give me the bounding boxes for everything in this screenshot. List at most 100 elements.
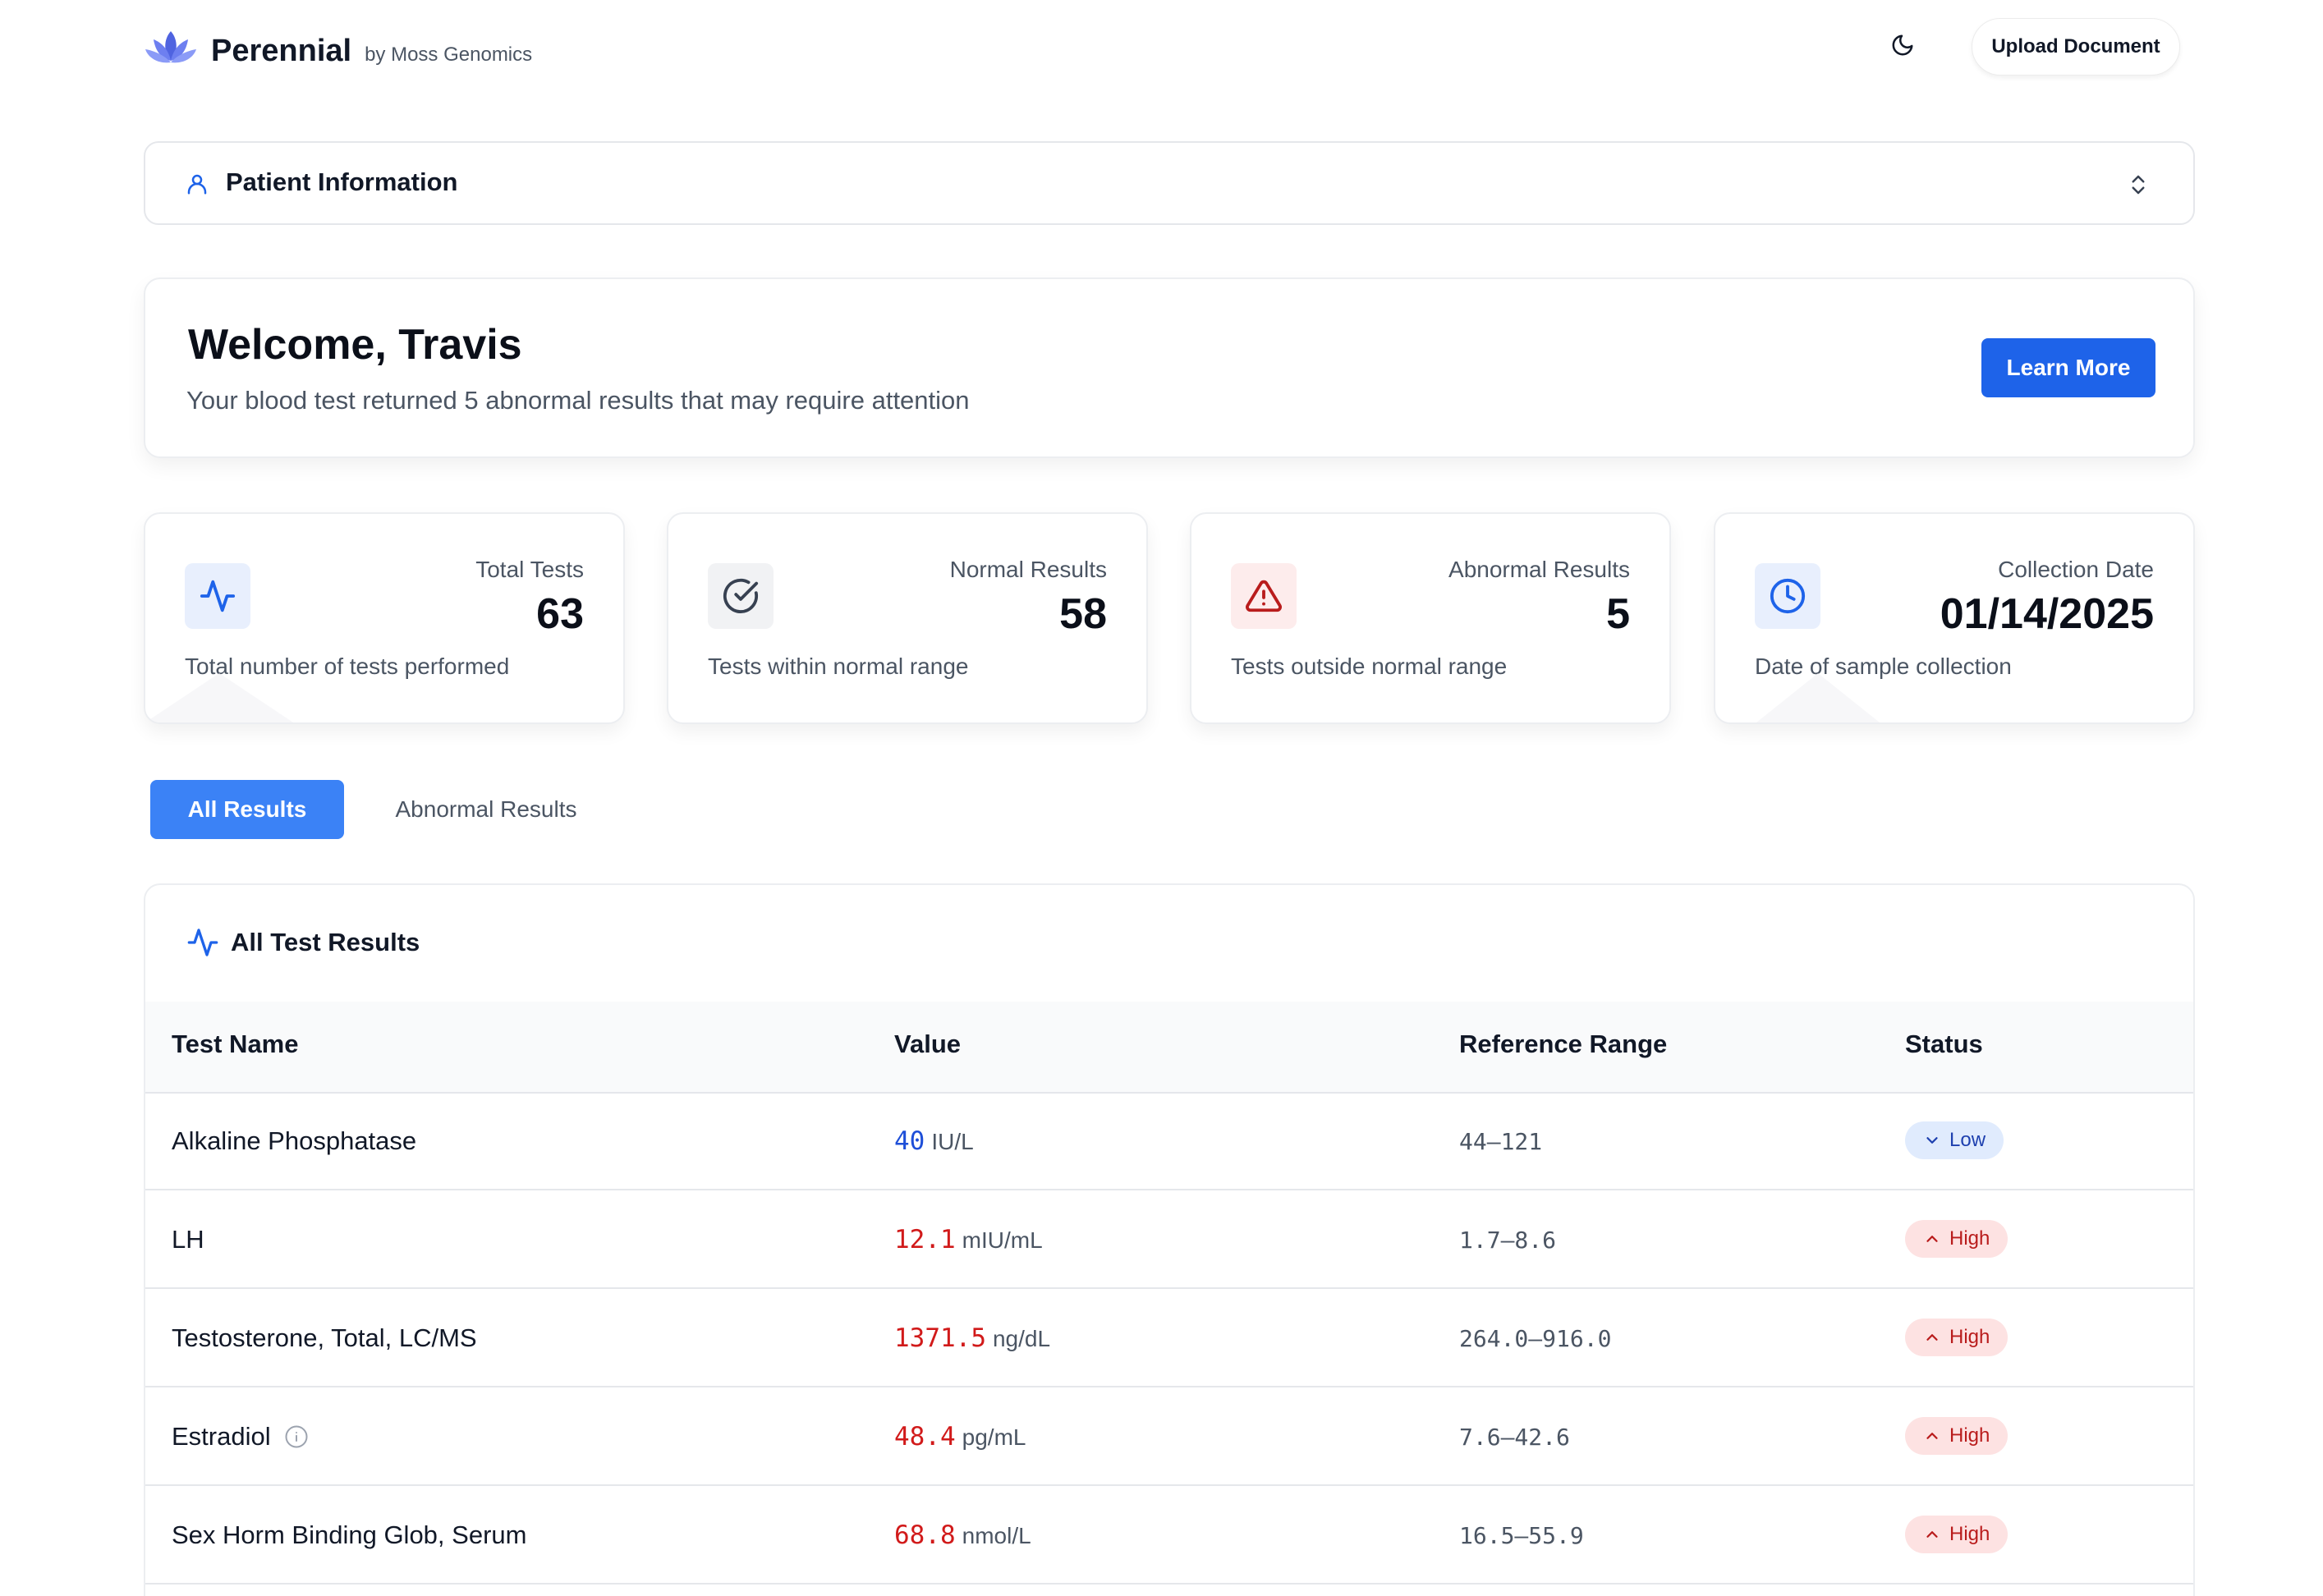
patient-information-panel[interactable]: Patient Information: [144, 141, 2195, 225]
stat-value: 63: [536, 590, 584, 638]
stat-icon-box: [1755, 563, 1820, 629]
chevron-up-icon: [1926, 1433, 1938, 1439]
learn-more-button[interactable]: Learn More: [1981, 338, 2155, 397]
reference-range: 16.5–55.9: [1459, 1522, 1584, 1549]
stat-label: Normal Results: [949, 557, 1107, 582]
stat-card-total-tests: Total Tests 63 Total number of tests per…: [144, 512, 625, 724]
results-title: All Test Results: [231, 928, 420, 956]
welcome-subtitle: Your blood test returned 5 abnormal resu…: [186, 386, 970, 415]
chevron-up-icon: [1926, 1531, 1938, 1538]
patient-information-title: Patient Information: [226, 167, 458, 196]
column-header-status[interactable]: Status: [1905, 1030, 1983, 1059]
chevrons-up-down-icon[interactable]: [2126, 171, 2151, 199]
test-name-cell: Alkaline Phosphatase: [172, 1126, 416, 1156]
stat-card-collection-date: Collection Date 01/14/2025 Date of sampl…: [1714, 512, 2195, 724]
result-unit: nmol/L: [962, 1523, 1031, 1548]
status-label: High: [1949, 1424, 1990, 1447]
alert-triangle-icon: [1246, 580, 1282, 612]
stat-label: Abnormal Results: [1448, 557, 1630, 582]
tab-abnormal-results[interactable]: Abnormal Results: [371, 780, 601, 839]
table-header: Test Name Value Reference Range Status: [145, 1002, 2193, 1094]
test-name-cell: Sex Horm Binding Glob, Serum: [172, 1520, 526, 1550]
stat-card-normal-results: Normal Results 58 Tests within normal ra…: [667, 512, 1148, 724]
lotus-logo-icon: [145, 31, 196, 63]
stat-value: 58: [1059, 590, 1107, 638]
result-unit: ng/dL: [992, 1326, 1051, 1351]
clock-icon: [1770, 578, 1806, 614]
result-unit: pg/mL: [962, 1424, 1026, 1450]
all-test-results-card: All Test Results Test Name Value Referen…: [144, 883, 2195, 1596]
status-label: Low: [1949, 1129, 1986, 1151]
result-value: 1371.5: [894, 1323, 986, 1353]
user-icon: [187, 174, 207, 195]
chevron-up-icon: [1926, 1334, 1938, 1341]
status-badge: High: [1905, 1220, 2009, 1258]
top-header: Perennial by Moss Genomics Upload Docume…: [144, 16, 2188, 76]
reference-range: 1.7–8.6: [1459, 1227, 1557, 1254]
moon-icon: [1892, 34, 1913, 56]
chevron-up-icon: [1926, 1236, 1938, 1242]
stat-value: 01/14/2025: [1940, 590, 2154, 638]
result-value: 68.8: [894, 1520, 956, 1550]
table-row[interactable]: Sex Horm Binding Glob, Serum 68.8 nmol/L…: [145, 1488, 2193, 1585]
table-row[interactable]: LH 12.1 mIU/mL 1.7–8.6 High: [145, 1192, 2193, 1289]
tab-all-results[interactable]: All Results: [150, 780, 344, 839]
theme-toggle-button[interactable]: [1882, 25, 1923, 66]
activity-icon: [200, 580, 236, 612]
table-row[interactable]: Estradiol 48.4 pg/mL 7.6–42.6 High: [145, 1389, 2193, 1486]
test-name: Estradiol: [172, 1422, 271, 1451]
value-cell: 1371.5 ng/dL: [894, 1323, 1050, 1353]
column-header-reference-range[interactable]: Reference Range: [1459, 1030, 1667, 1059]
test-name-cell: Testosterone, Total, LC/MS: [172, 1323, 477, 1353]
value-cell: 12.1 mIU/mL: [894, 1225, 1043, 1254]
upload-document-button[interactable]: Upload Document: [1972, 18, 2180, 76]
stat-value: 5: [1606, 590, 1630, 638]
stat-icon-box: [185, 563, 250, 629]
results-header: All Test Results: [186, 926, 420, 959]
brand-name: Perennial: [211, 34, 352, 68]
welcome-card: Welcome, Travis Your blood test returned…: [144, 277, 2195, 458]
chevron-down-icon: [1926, 1137, 1938, 1144]
column-header-test-name[interactable]: Test Name: [172, 1030, 299, 1059]
decorative-shape: [1756, 673, 1880, 722]
status-badge: High: [1905, 1319, 2009, 1356]
column-header-value[interactable]: Value: [894, 1030, 961, 1059]
status-label: High: [1949, 1227, 1990, 1250]
test-name: Sex Horm Binding Glob, Serum: [172, 1520, 527, 1549]
result-unit: IU/L: [931, 1129, 974, 1154]
value-cell: 68.8 nmol/L: [894, 1520, 1031, 1550]
stat-icon-box: [1231, 563, 1297, 629]
table-row[interactable]: Alkaline Phosphatase 40 IU/L 44–121 Low: [145, 1094, 2193, 1190]
result-value: 12.1: [894, 1225, 956, 1254]
activity-icon: [187, 929, 218, 956]
brand-byline: by Moss Genomics: [365, 44, 533, 66]
stat-label: Collection Date: [1998, 557, 2154, 582]
decorative-shape: [145, 673, 293, 722]
test-name-cell: LH: [172, 1225, 204, 1254]
result-value: 40: [894, 1126, 925, 1156]
stat-card-abnormal-results: Abnormal Results 5 Tests outside normal …: [1190, 512, 1671, 724]
status-label: High: [1949, 1326, 1990, 1348]
status-label: High: [1949, 1523, 1990, 1545]
stat-description: Tests outside normal range: [1231, 654, 1508, 679]
stat-description: Tests within normal range: [708, 654, 969, 679]
stat-icon-box: [708, 563, 774, 629]
welcome-title: Welcome, Travis: [188, 321, 522, 369]
status-badge: Low: [1905, 1121, 2004, 1159]
value-cell: 40 IU/L: [894, 1126, 974, 1156]
reference-range: 7.6–42.6: [1459, 1424, 1570, 1451]
app-page: Perennial by Moss Genomics Upload Docume…: [0, 0, 2323, 1596]
stat-label: Total Tests: [475, 557, 584, 582]
result-value: 48.4: [894, 1422, 956, 1452]
brand[interactable]: Perennial by Moss Genomics: [144, 21, 532, 69]
reference-range: 44–121: [1459, 1128, 1543, 1155]
test-name: Alkaline Phosphatase: [172, 1126, 417, 1155]
reference-range: 264.0–916.0: [1459, 1325, 1612, 1352]
table-row[interactable]: Testosterone, Total, LC/MS 1371.5 ng/dL …: [145, 1291, 2193, 1387]
test-name-cell: Estradiol: [172, 1422, 309, 1452]
status-badge: High: [1905, 1417, 2009, 1455]
info-icon[interactable]: [284, 1424, 309, 1449]
test-name: LH: [172, 1225, 204, 1254]
test-name: Testosterone, Total, LC/MS: [172, 1323, 477, 1352]
value-cell: 48.4 pg/mL: [894, 1422, 1026, 1452]
